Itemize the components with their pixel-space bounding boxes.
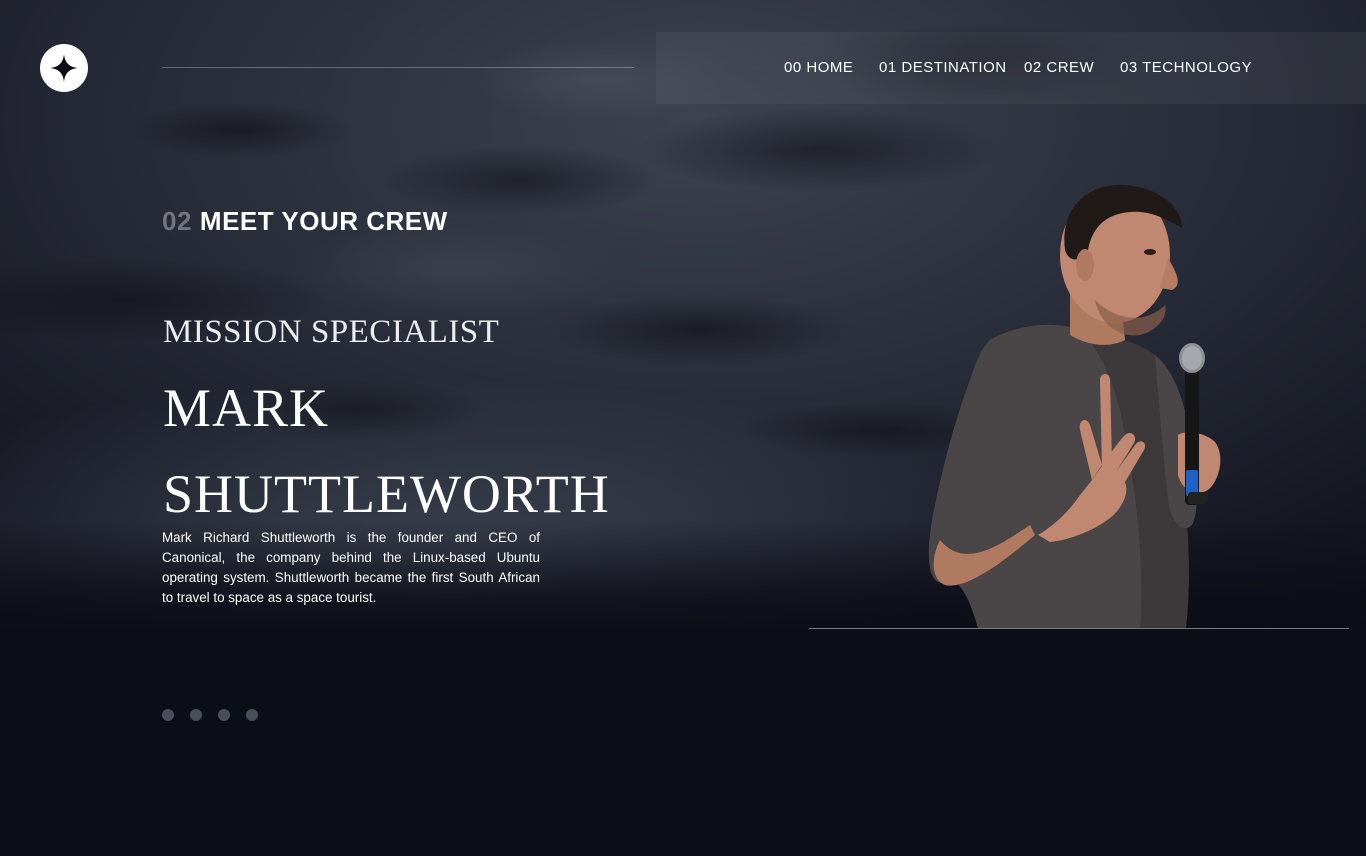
section-title: 02 MEET YOUR CREW — [162, 206, 448, 237]
nav-label: HOME — [806, 59, 854, 76]
nav-item-technology[interactable]: 03 TECHNOLOGY — [1120, 32, 1252, 104]
crew-name-first: MARK — [163, 378, 330, 438]
crew-name: MARK SHUTTLEWORTH — [163, 365, 663, 537]
nav-item-destination[interactable]: 01 DESTINATION — [879, 32, 1007, 104]
nav-item-crew[interactable]: 02 CREW — [1024, 32, 1094, 104]
slider-dot-2[interactable] — [190, 709, 202, 721]
section-title-text: MEET YOUR CREW — [199, 206, 448, 236]
logo[interactable] — [40, 44, 88, 92]
crew-portrait-image — [928, 185, 1221, 628]
slider-dot-3[interactable] — [218, 709, 230, 721]
nav-number: 00 — [784, 59, 807, 76]
nav-number: 03 — [1120, 59, 1143, 76]
nav-number: 02 — [1024, 59, 1047, 76]
nav-label: DESTINATION — [901, 59, 1007, 76]
header-divider — [162, 67, 634, 68]
crew-page: 00 HOME 01 DESTINATION 02 CREW 03 TECHNO… — [0, 0, 1366, 856]
section-number: 02 — [162, 206, 192, 236]
crew-slider-dots — [162, 709, 258, 721]
nav-item-home[interactable]: 00 HOME — [784, 32, 853, 104]
star-logo-icon — [50, 54, 78, 82]
background-bottom — [0, 630, 1366, 856]
crew-role: MISSION SPECIALIST — [163, 314, 500, 350]
crew-bio: Mark Richard Shuttleworth is the founder… — [162, 530, 540, 605]
nav-label: CREW — [1046, 59, 1095, 76]
slider-dot-4[interactable] — [246, 709, 258, 721]
main-nav: 00 HOME 01 DESTINATION 02 CREW 03 TECHNO… — [656, 32, 1366, 104]
crew-name-last: SHUTTLEWORTH — [163, 464, 610, 524]
slider-dot-1[interactable] — [162, 709, 174, 721]
nav-number: 01 — [879, 59, 902, 76]
nav-label: TECHNOLOGY — [1142, 59, 1253, 76]
portrait-baseline — [809, 628, 1349, 629]
